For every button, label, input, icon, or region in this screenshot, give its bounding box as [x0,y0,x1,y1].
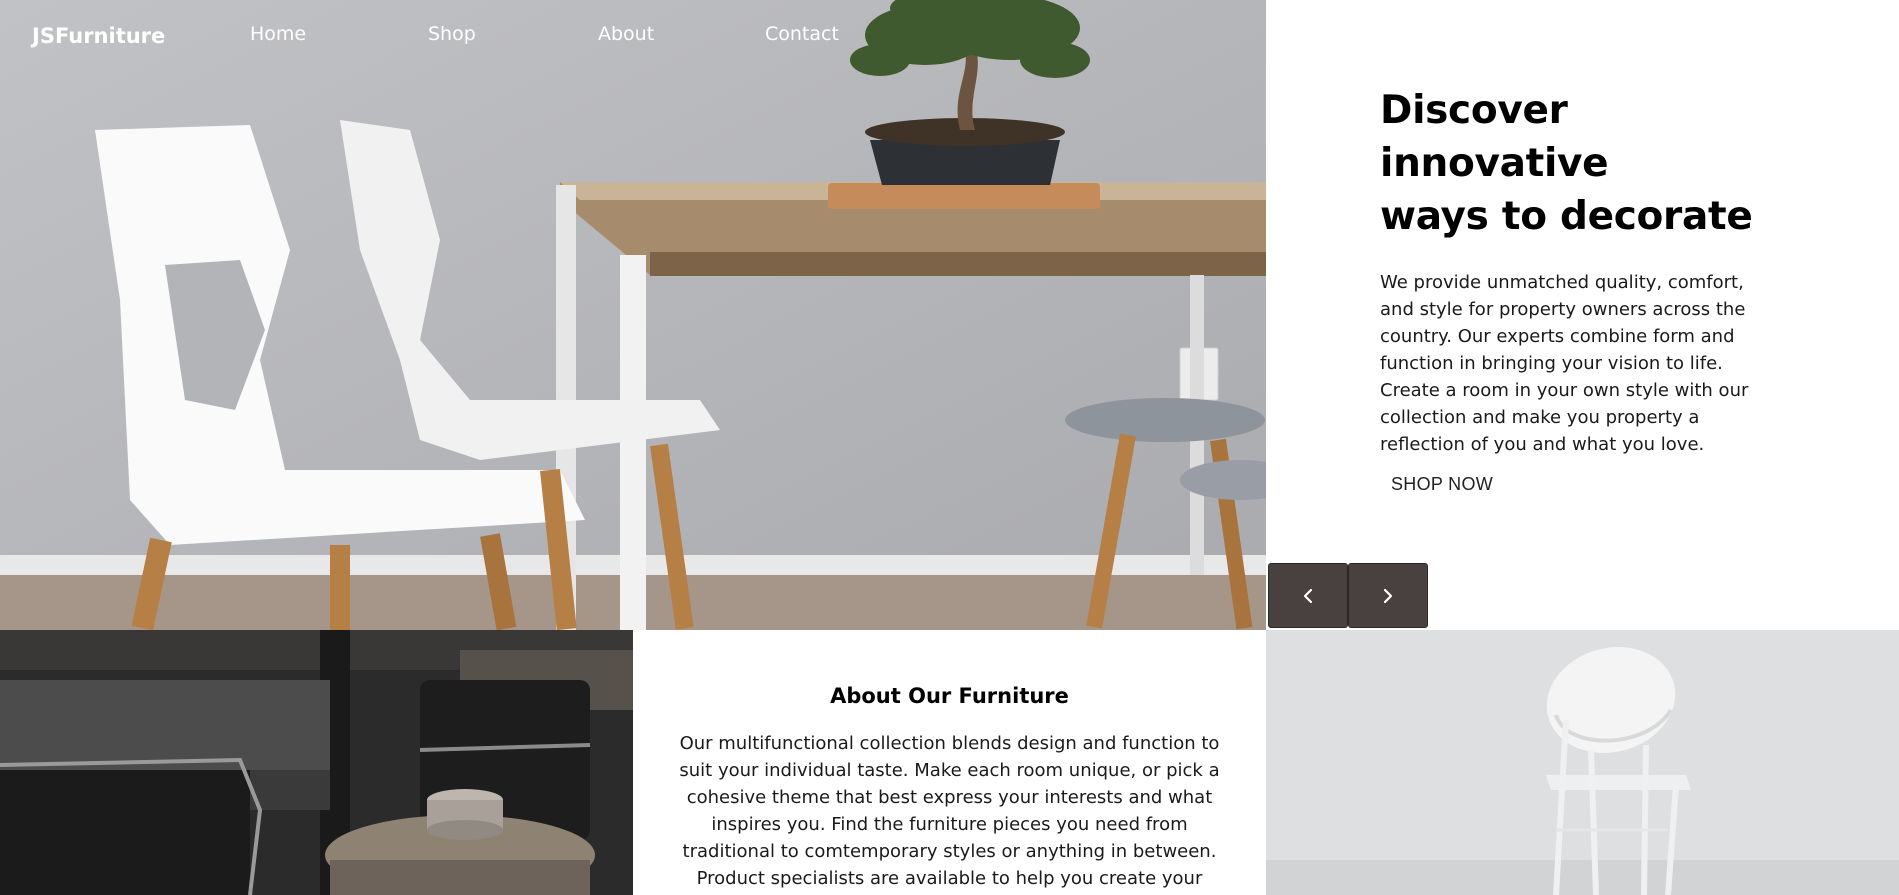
about-description: Our multifunctional collection blends de… [679,733,1220,889]
nav-link-home[interactable]: Home [250,23,306,45]
slider-next-button[interactable] [1348,563,1428,628]
slider-prev-button[interactable] [1268,563,1348,628]
hero-photo-illustration [0,0,1266,630]
lounge-image [0,630,633,895]
hero-image [0,0,1266,630]
lounge-photo-illustration [0,630,633,895]
nav-link-contact[interactable]: Contact [765,23,839,45]
about-title: About Our Furniture [830,684,1069,708]
shop-now-button[interactable]: SHOP NOW [1391,474,1493,495]
nav-link-about[interactable]: About [598,23,654,45]
site-logo[interactable]: JSFurniture [32,24,165,48]
chevron-right-icon [1383,588,1393,603]
main-nav: JSFurniture Home Shop About Contact [0,0,1266,72]
about-section: About Our Furniture Our multifunctional … [633,630,1266,895]
chevron-left-icon [1303,588,1313,603]
chair-image [1266,630,1899,895]
hero-title-line-2: ways to decorate [1380,194,1753,239]
hero-title: Discover innovative ways to decorate [1380,84,1780,243]
hero-description: We provide unmatched quality, comfort, a… [1380,272,1749,455]
nav-link-shop[interactable]: Shop [428,23,476,45]
chair-photo-illustration [1266,630,1899,895]
hero-title-line-1: Discover innovative [1380,88,1609,186]
hero-content: Discover innovative ways to decorate We … [1380,84,1780,495]
